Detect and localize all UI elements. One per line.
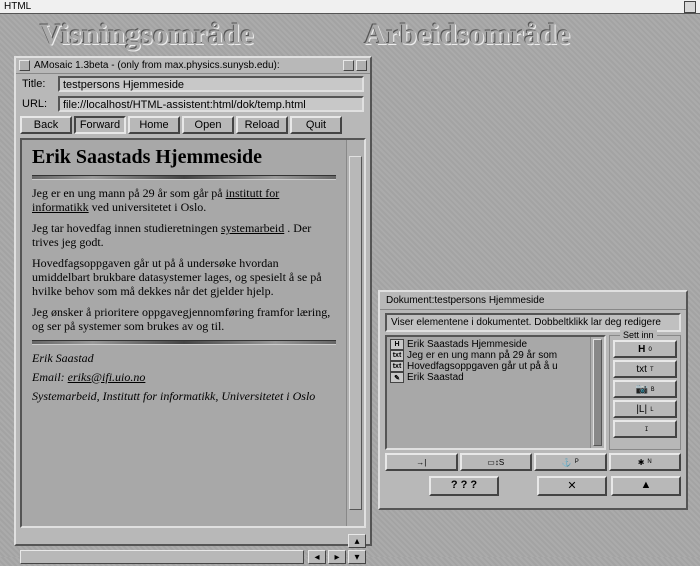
insert-text-button[interactable]: txtT [613, 360, 677, 378]
url-field[interactable]: file://localhost/HTML-assistent:html/dok… [58, 96, 364, 112]
tree-item[interactable]: txt Hovedfagsoppgaven går ut på å u [389, 361, 588, 372]
nav-left-icon[interactable]: ◂ [308, 550, 326, 564]
reload-button[interactable]: Reload [236, 116, 288, 134]
window-menu-icon[interactable] [19, 60, 30, 71]
window-minimize-icon[interactable] [343, 60, 354, 71]
tree-item-label: Hovedfagsoppgaven går ut på å u [407, 361, 558, 372]
signature-email: Email: eriks@ifi.uio.no [32, 370, 336, 385]
insert-other-button[interactable]: I [613, 420, 677, 438]
section-working: Arbeidsområde [364, 18, 570, 52]
camera-icon: 📷 [635, 384, 647, 395]
quit-button[interactable]: Quit [290, 116, 342, 134]
insert-link-button[interactable]: |L|L [613, 400, 677, 418]
scrollbar-vertical[interactable] [346, 140, 364, 526]
email-link[interactable]: eriks@ifi.uio.no [68, 370, 146, 384]
window-zoom-icon[interactable] [356, 60, 367, 71]
tool-indent-button[interactable]: →| [385, 453, 458, 471]
insert-toolbox: Sett inn HO txtT 📷B |L|L I [609, 335, 681, 450]
signature-name: Erik Saastad [32, 351, 336, 366]
home-button[interactable]: Home [128, 116, 180, 134]
heading-icon: H [390, 339, 404, 350]
tree-item[interactable]: txt Jeg er en ung mann på 29 år som [389, 350, 588, 361]
nav-up-icon[interactable]: ▴ [348, 534, 366, 548]
tree-item[interactable]: H Erik Saastads Hjemmeside [389, 339, 588, 350]
tree-item-label: Jeg er en ung mann på 29 år som [407, 350, 557, 361]
doc-label: Dokument: [386, 295, 434, 306]
tree-item-label: Erik Saastads Hjemmeside [407, 339, 527, 350]
text-icon: txt [390, 361, 404, 372]
url-label: URL: [22, 98, 52, 110]
title-label: Title: [22, 78, 52, 90]
divider [32, 175, 336, 180]
page-heading: Erik Saastads Hjemmeside [32, 146, 336, 169]
element-tree[interactable]: H Erik Saastads Hjemmeside txt Jeg er en… [387, 337, 590, 448]
paragraph-3: Hovedfagsoppgaven går ut på å undersøke … [32, 256, 336, 299]
insert-legend: Sett inn [620, 330, 657, 340]
back-button[interactable]: Back [20, 116, 72, 134]
tree-item[interactable]: ✎ Erik Saastad [389, 372, 588, 383]
insert-image-button[interactable]: 📷B [613, 380, 677, 398]
tool-new-button[interactable]: ✱ N [609, 453, 682, 471]
scrollbar-horizontal[interactable] [20, 550, 304, 564]
triangle-up-icon: ▲ [641, 479, 652, 491]
close-icon: ✕ [567, 480, 576, 492]
section-viewing: Visningsområde [40, 18, 254, 52]
link-systemarbeid[interactable]: systemarbeid [221, 221, 284, 235]
tree-item-label: Erik Saastad [407, 372, 464, 383]
tree-scrollbar[interactable] [590, 337, 604, 448]
app-title: HTML [4, 1, 31, 12]
forward-button[interactable]: Forward [74, 116, 126, 134]
tool-anchor-button[interactable]: ⚓ P [534, 453, 607, 471]
browser-window: AMosaic 1.3beta - (only from max.physics… [14, 56, 372, 546]
cancel-button[interactable]: ✕ [537, 476, 607, 496]
divider [32, 340, 336, 345]
doc-name: testpersons Hjemmeside [434, 295, 544, 306]
help-button[interactable]: ? ? ? [429, 476, 499, 496]
nav-down-icon[interactable]: ▾ [348, 550, 366, 564]
apply-button[interactable]: ▲ [611, 476, 681, 496]
insert-heading-button[interactable]: HO [613, 340, 677, 358]
tool-expand-button[interactable]: ▭↕S [460, 453, 533, 471]
work-panel: Dokument:testpersons Hjemmeside Viser el… [378, 290, 688, 510]
paragraph-1: Jeg er en ung mann på 29 år som går på i… [32, 186, 336, 215]
title-field[interactable]: testpersons Hjemmeside [58, 76, 364, 92]
text-icon: txt [390, 350, 404, 361]
nav-right-icon[interactable]: ▸ [328, 550, 346, 564]
browser-title: AMosaic 1.3beta - (only from max.physics… [34, 60, 280, 71]
signature-icon: ✎ [390, 372, 404, 383]
paragraph-4: Jeg ønsker å prioritere oppgavegjennomfø… [32, 305, 336, 334]
page-content: Erik Saastads Hjemmeside Jeg er en ung m… [22, 140, 346, 526]
window-control[interactable] [684, 1, 696, 13]
open-button[interactable]: Open [182, 116, 234, 134]
paragraph-2: Jeg tar hovedfag innen studieretningen s… [32, 221, 336, 250]
signature-affil: Systemarbeid, Institutt for informatikk,… [32, 389, 336, 404]
